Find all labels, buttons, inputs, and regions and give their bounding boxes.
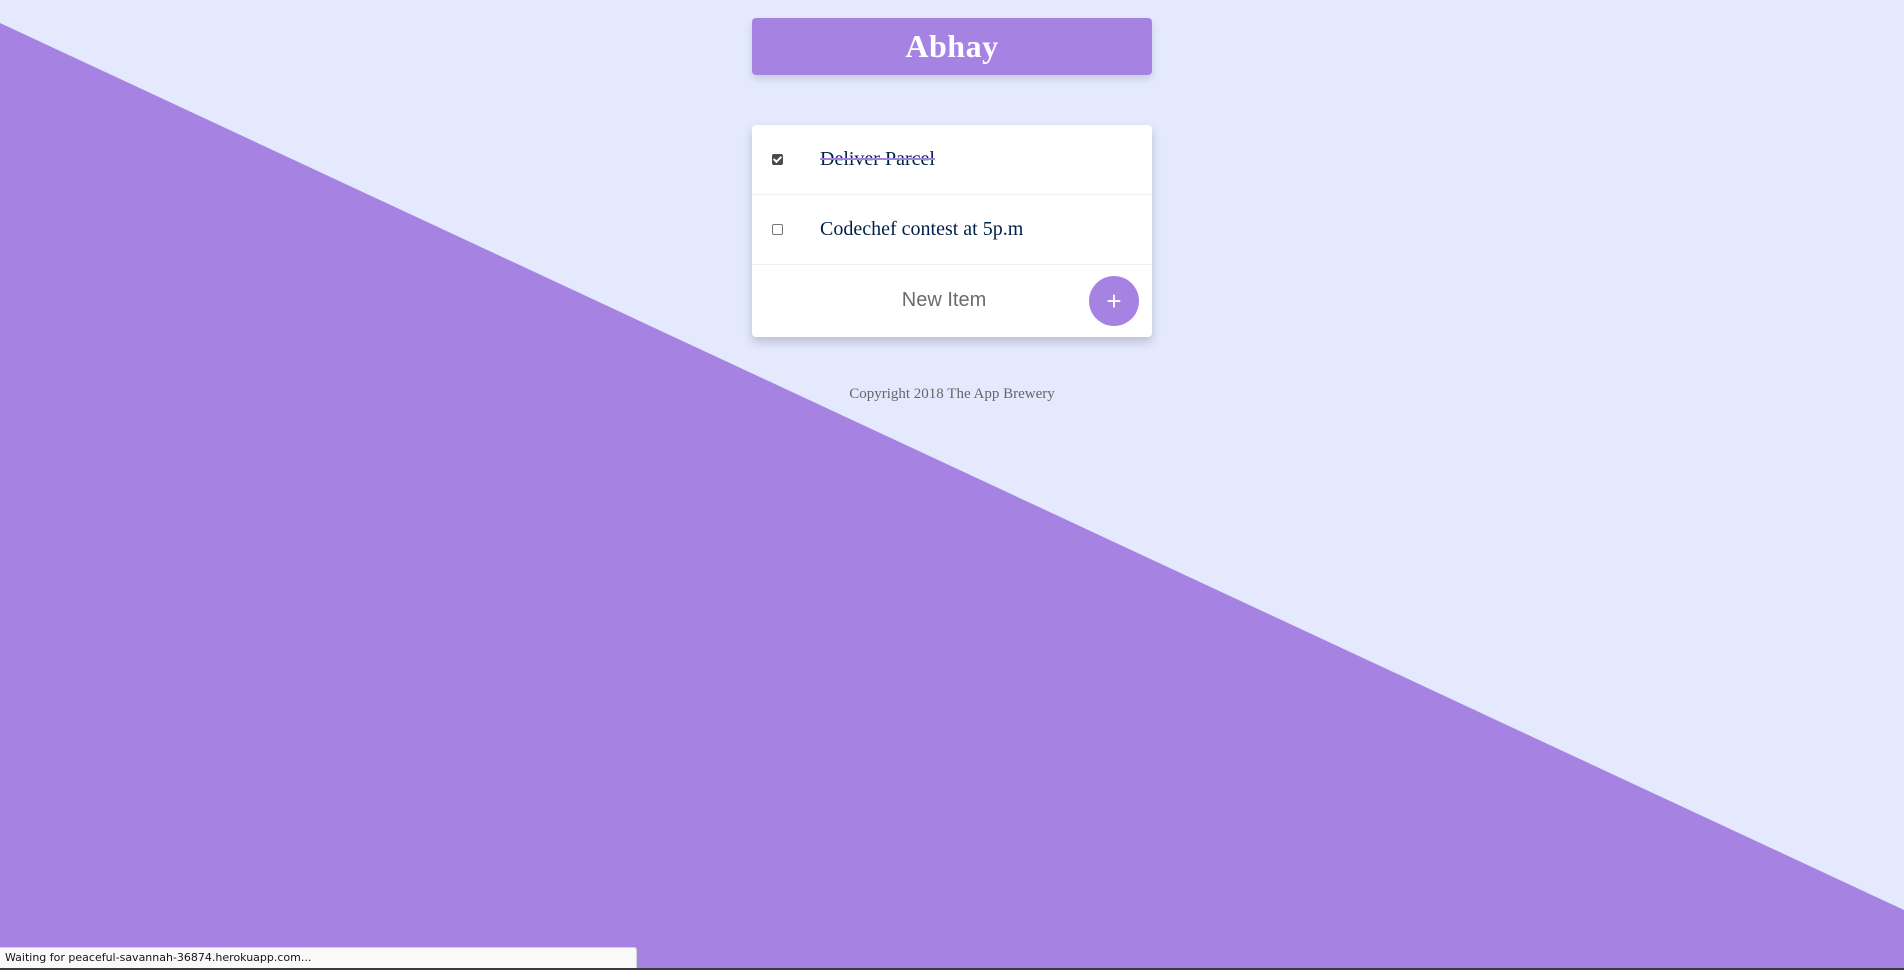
browser-status-bar: Waiting for peaceful-savannah-36874.hero… xyxy=(0,947,637,968)
todo-item[interactable]: Codechef contest at 5p.m xyxy=(752,195,1152,265)
copyright-footer: Copyright 2018 The App Brewery xyxy=(849,386,1055,402)
add-item-button[interactable]: + xyxy=(1089,276,1139,326)
todo-card: Deliver Parcel Codechef contest at 5p.m … xyxy=(752,125,1152,337)
new-item-form: + xyxy=(752,265,1152,335)
list-title-box: Abhay xyxy=(752,18,1152,75)
item-checkbox-checked[interactable] xyxy=(772,154,783,165)
todo-item-label: Codechef contest at 5p.m xyxy=(820,218,1024,240)
list-title: Abhay xyxy=(905,28,999,64)
item-checkbox-unchecked[interactable] xyxy=(772,224,783,235)
todo-item-label: Deliver Parcel xyxy=(820,148,935,170)
todo-item[interactable]: Deliver Parcel xyxy=(752,125,1152,195)
new-item-input[interactable] xyxy=(802,287,1086,313)
